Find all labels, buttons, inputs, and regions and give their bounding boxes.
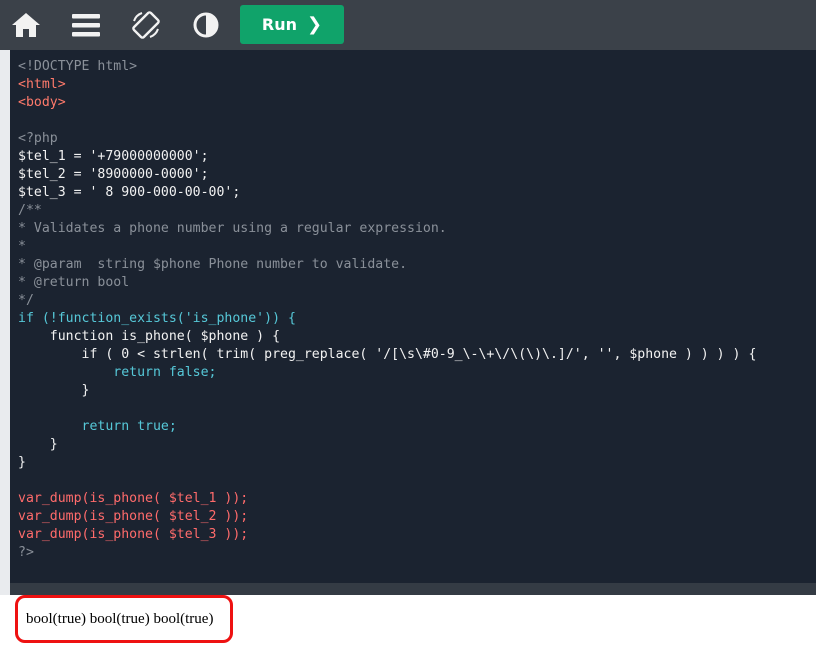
rotate-screen-icon[interactable]	[129, 8, 163, 42]
code-line: }	[18, 437, 58, 452]
hamburger-menu-icon[interactable]	[69, 8, 103, 42]
code-line: */	[18, 293, 34, 308]
home-icon[interactable]	[9, 8, 43, 42]
code-line: <body>	[18, 95, 66, 110]
code-line: <!DOCTYPE html>	[18, 59, 138, 74]
left-gutter	[0, 50, 10, 595]
editor-scrollbar[interactable]	[10, 583, 816, 595]
code-line: }	[18, 383, 90, 398]
code-line: return true;	[18, 419, 177, 434]
code-line: <html>	[18, 77, 66, 92]
code-line: * @param string $phone Phone number to v…	[18, 257, 408, 272]
code-line: <?php	[18, 131, 58, 146]
output-text: bool(true) bool(true) bool(true)	[26, 611, 214, 627]
code-line: $tel_1 = '+79000000000';	[18, 149, 209, 164]
code-line: var_dump(is_phone( $tel_2 ));	[18, 509, 249, 524]
code-line: var_dump(is_phone( $tel_1 ));	[18, 491, 249, 506]
code-line: ?>	[18, 545, 34, 560]
run-label: Run	[261, 15, 297, 34]
code-line: * Validates a phone number using a regul…	[18, 221, 447, 236]
code-content[interactable]: <!DOCTYPE html> <html> <body> <?php $tel…	[18, 58, 756, 562]
code-line: if (!function_exists('is_phone')) {	[18, 311, 296, 326]
toolbar: Run ❯	[0, 0, 816, 50]
code-line: $tel_2 = '8900000-0000';	[18, 167, 209, 182]
code-line: /**	[18, 203, 42, 218]
contrast-icon[interactable]	[189, 8, 223, 42]
code-line: return false;	[18, 365, 217, 380]
code-line: if ( 0 < strlen( trim( preg_replace( '/[…	[18, 347, 757, 362]
code-line: *	[18, 239, 26, 254]
code-line: $tel_3 = ' 8 900-000-00-00';	[18, 185, 241, 200]
run-button[interactable]: Run ❯	[240, 5, 344, 44]
code-line: var_dump(is_phone( $tel_3 ));	[18, 527, 249, 542]
chevron-right-icon: ❯	[307, 14, 323, 35]
code-line: * @return bool	[18, 275, 130, 290]
code-line: function is_phone( $phone ) {	[18, 329, 281, 344]
code-line: }	[18, 455, 26, 470]
